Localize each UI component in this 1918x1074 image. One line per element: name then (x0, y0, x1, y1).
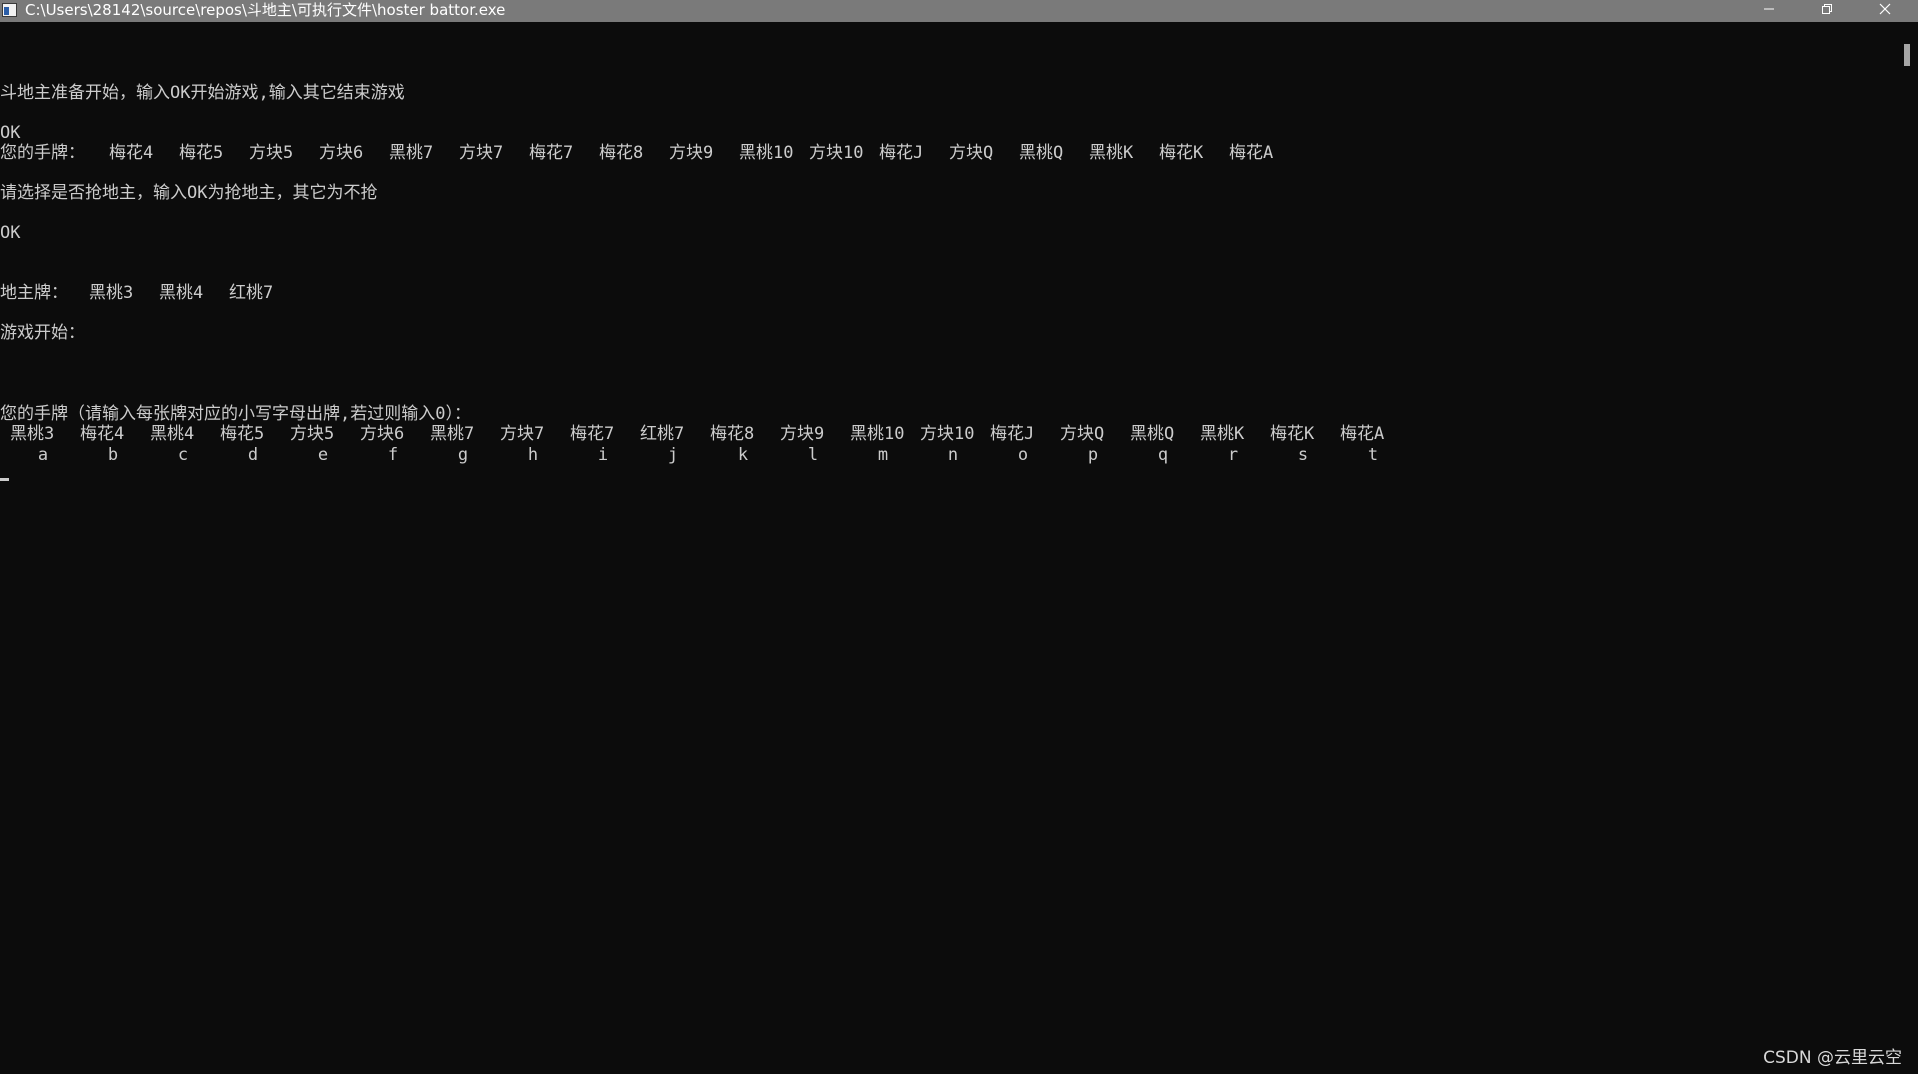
close-icon (1879, 3, 1891, 15)
title-bar[interactable]: C:\Users\28142\source\repos\斗地主\可执行文件\ho… (0, 0, 1918, 22)
play-card: 红桃7 (640, 424, 685, 444)
watermark: CSDN @云里云空 (1763, 1048, 1902, 1068)
hand-card: 方块5 (249, 143, 294, 163)
play-card: 方块5 (290, 424, 335, 444)
play-card: 黑桃K (1200, 424, 1245, 444)
play-key: t (1367, 445, 1379, 465)
console-app-icon[interactable] (2, 3, 17, 17)
play-key: s (1297, 445, 1309, 465)
play-key: k (737, 445, 749, 465)
close-button[interactable] (1856, 0, 1914, 22)
hand-card: 方块10 (809, 143, 864, 163)
play-key: h (527, 445, 539, 465)
restore-button[interactable] (1798, 0, 1856, 22)
hand-card: 黑桃10 (739, 143, 794, 163)
play-key: i (597, 445, 609, 465)
start-prompt: 斗地主准备开始，输入OK开始游戏,输入其它结束游戏 (0, 83, 405, 103)
play-card: 梅花8 (710, 424, 755, 444)
play-key: b (107, 445, 119, 465)
play-key: q (1157, 445, 1169, 465)
play-card: 梅花K (1270, 424, 1315, 444)
play-card: 黑桃10 (850, 424, 905, 444)
hand-card: 方块9 (669, 143, 714, 163)
play-key: e (317, 445, 329, 465)
play-prompt: 您的手牌（请输入每张牌对应的小写字母出牌,若过则输入0）： (0, 404, 471, 424)
landlord-card: 红桃7 (229, 283, 274, 303)
hand-card: 梅花5 (179, 143, 224, 163)
play-card: 梅花J (990, 424, 1035, 444)
vertical-scrollbar[interactable] (1898, 22, 1918, 1074)
minimize-icon (1764, 8, 1774, 10)
play-key: c (177, 445, 189, 465)
grab-landlord-prompt: 请选择是否抢地主，输入OK为抢地主，其它为不抢 (0, 183, 378, 203)
play-card: 黑桃4 (150, 424, 195, 444)
hand-card: 方块Q (949, 143, 994, 163)
play-key: m (877, 445, 889, 465)
hand-card: 梅花K (1159, 143, 1204, 163)
play-card: 梅花A (1340, 424, 1385, 444)
text-cursor (0, 478, 9, 481)
scrollbar-thumb[interactable] (1904, 44, 1910, 66)
hand-card: 黑桃7 (389, 143, 434, 163)
play-card: 方块Q (1060, 424, 1105, 444)
play-key: l (807, 445, 819, 465)
user-input-ok: OK (0, 223, 21, 243)
hand-card: 黑桃K (1089, 143, 1134, 163)
play-key: a (37, 445, 49, 465)
play-key: o (1017, 445, 1029, 465)
hand-card: 方块6 (319, 143, 364, 163)
play-card: 黑桃3 (10, 424, 55, 444)
hand-card: 梅花7 (529, 143, 574, 163)
hand-label: 您的手牌： (0, 143, 85, 163)
play-card: 方块10 (920, 424, 975, 444)
play-card: 方块9 (780, 424, 825, 444)
console-output[interactable]: 斗地主准备开始，输入OK开始游戏,输入其它结束游戏 OK 您的手牌： 梅花4 梅花… (0, 22, 1898, 1074)
play-card: 方块7 (500, 424, 545, 444)
hand-card: 梅花4 (109, 143, 154, 163)
hand-card: 梅花A (1229, 143, 1274, 163)
play-key: r (1227, 445, 1239, 465)
hand-card: 梅花J (879, 143, 924, 163)
hand-card: 梅花8 (599, 143, 644, 163)
play-card: 黑桃7 (430, 424, 475, 444)
play-key: j (667, 445, 679, 465)
landlord-label: 地主牌： (0, 283, 68, 303)
play-key: f (387, 445, 399, 465)
restore-icon (1822, 4, 1832, 14)
hand-card: 黑桃Q (1019, 143, 1064, 163)
play-key: n (947, 445, 959, 465)
play-card: 梅花5 (220, 424, 265, 444)
landlord-card: 黑桃3 (89, 283, 134, 303)
play-card: 黑桃Q (1130, 424, 1175, 444)
play-card: 梅花7 (570, 424, 615, 444)
minimize-button[interactable] (1740, 0, 1798, 22)
play-card: 方块6 (360, 424, 405, 444)
play-key: d (247, 445, 259, 465)
hand-card: 方块7 (459, 143, 504, 163)
play-key: g (457, 445, 469, 465)
play-key: p (1087, 445, 1099, 465)
play-card: 梅花4 (80, 424, 125, 444)
console-window: C:\Users\28142\source\repos\斗地主\可执行文件\ho… (0, 0, 1918, 1074)
game-start-text: 游戏开始： (0, 323, 85, 343)
landlord-card: 黑桃4 (159, 283, 204, 303)
user-input-ok: OK (0, 123, 21, 143)
window-title: C:\Users\28142\source\repos\斗地主\可执行文件\ho… (25, 1, 506, 19)
